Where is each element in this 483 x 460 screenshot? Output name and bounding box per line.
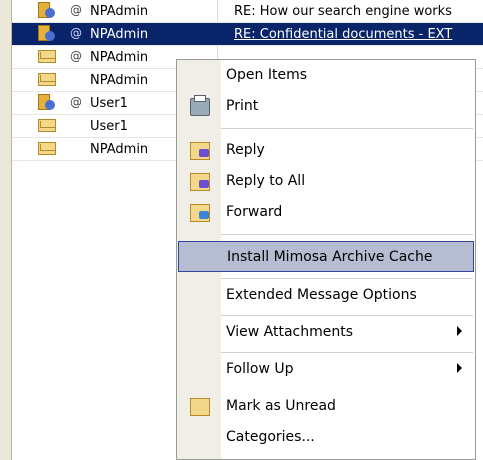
message-from: User1: [90, 96, 128, 111]
message-from: NPAdmin: [90, 142, 149, 157]
forward-icon: [190, 204, 210, 222]
menu-item-reply[interactable]: Reply: [178, 135, 474, 166]
reply-envelope-icon: [38, 50, 56, 64]
message-row[interactable]: @ NPAdmin RE: How our search engine work…: [12, 0, 483, 23]
menu-item-label: Mark as Unread: [226, 398, 336, 414]
menu-separator: [221, 352, 473, 353]
menu-item-label: Install Mimosa Archive Cache: [227, 249, 433, 265]
reply-all-icon: [190, 173, 210, 191]
menu-separator: [221, 315, 473, 316]
message-from: NPAdmin: [90, 73, 149, 88]
document-person-icon: [38, 2, 56, 18]
message-from: User1: [90, 119, 128, 134]
envelope-icon: [190, 398, 210, 416]
menu-item-label: Categories...: [226, 429, 315, 445]
submenu-arrow-icon: [457, 326, 462, 336]
menu-item-print[interactable]: Print: [178, 91, 474, 122]
document-person-icon: [38, 25, 56, 41]
reply-icon: [190, 142, 210, 160]
document-person-icon: [38, 94, 56, 110]
message-from: NPAdmin: [90, 4, 149, 19]
context-menu: Open Items Print Reply Reply to All Forw…: [176, 59, 476, 460]
attachment-icon: @: [70, 26, 82, 40]
submenu-arrow-icon: [457, 363, 462, 373]
envelope-icon: [38, 119, 56, 133]
menu-item-label: Follow Up: [226, 361, 294, 377]
menu-item-follow-up[interactable]: Follow Up: [178, 354, 474, 385]
message-row-selected[interactable]: @ NPAdmin RE: Confidential documents - E…: [12, 23, 483, 46]
menu-item-label: Extended Message Options: [226, 287, 417, 303]
envelope-icon: [38, 73, 56, 87]
menu-item-forward[interactable]: Forward: [178, 197, 474, 228]
menu-item-label: Reply: [226, 142, 265, 158]
message-from: NPAdmin: [90, 27, 149, 42]
message-from: NPAdmin: [90, 50, 149, 65]
menu-item-categories[interactable]: Categories...: [178, 422, 474, 453]
menu-item-view-attachments[interactable]: View Attachments: [178, 317, 474, 348]
message-subject: RE: Confidential documents - EXT: [234, 27, 453, 42]
menu-item-extended-message-options[interactable]: Extended Message Options: [178, 280, 474, 311]
menu-item-label: Print: [226, 98, 259, 114]
envelope-icon: [38, 142, 56, 156]
printer-icon: [190, 95, 210, 116]
menu-item-label: View Attachments: [226, 324, 354, 340]
menu-separator: [221, 234, 473, 235]
message-subject: RE: How our search engine works: [234, 4, 452, 19]
attachment-icon: @: [70, 49, 82, 63]
menu-item-mark-as-unread[interactable]: Mark as Unread: [178, 391, 474, 422]
menu-item-install-mimosa-archive-cache[interactable]: Install Mimosa Archive Cache: [178, 241, 474, 272]
menu-item-label: Open Items: [226, 67, 308, 83]
menu-item-open-items[interactable]: Open Items: [178, 60, 474, 91]
attachment-icon: @: [70, 95, 82, 109]
left-frame: [0, 0, 12, 460]
menu-separator: [221, 128, 473, 129]
menu-item-label: Reply to All: [226, 173, 306, 189]
menu-separator: [221, 278, 473, 279]
menu-item-reply-all[interactable]: Reply to All: [178, 166, 474, 197]
attachment-icon: @: [70, 3, 82, 17]
menu-item-label: Forward: [226, 204, 283, 220]
